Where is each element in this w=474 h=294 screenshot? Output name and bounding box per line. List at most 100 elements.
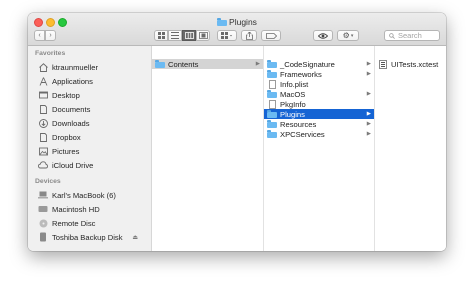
sidebar-item-label: Remote Disc	[52, 218, 96, 228]
browser-column-2: _CodeSignature ▶ Frameworks ▶ Info.plist…	[264, 46, 375, 251]
view-mode-control	[154, 30, 210, 41]
finder-window: Plugins ‹ › ⚙ ▾ Search Favorites ktraunm…	[28, 13, 446, 251]
arrange-icon	[221, 32, 232, 39]
share-button[interactable]	[241, 30, 257, 41]
pictures-icon	[38, 146, 48, 156]
document-icon	[267, 99, 277, 109]
sidebar-item-label: Karl's MacBook (6)	[52, 190, 116, 200]
sidebar-item-label: Applications	[52, 76, 93, 86]
plist-file-icon	[267, 79, 277, 89]
title-bar: Plugins ‹ › ⚙ ▾ Search	[28, 13, 446, 46]
browser-column-1: Contents ▶	[152, 46, 264, 251]
file-row-pkginfo[interactable]: PkgInfo	[264, 99, 374, 109]
laptop-icon	[38, 190, 48, 200]
sidebar-item-icloud-drive[interactable]: iCloud Drive	[38, 159, 93, 171]
search-icon	[389, 32, 395, 39]
chevron-left-icon: ‹	[38, 32, 41, 39]
column-view-button[interactable]	[182, 30, 196, 41]
sidebar-item-desktop[interactable]: Desktop	[38, 89, 80, 101]
list-view-icon	[171, 32, 179, 39]
sidebar-item-label: Toshiba Backup Disk	[52, 232, 123, 242]
sidebar-item-macintosh-hd[interactable]: Macintosh HD	[38, 203, 100, 215]
sidebar-item-toshiba-backup[interactable]: Toshiba Backup Disk ⏏	[38, 231, 146, 243]
forward-button[interactable]: ›	[45, 30, 56, 41]
sidebar-item-label: Dropbox	[52, 132, 81, 142]
sidebar-item-label: iCloud Drive	[52, 160, 94, 170]
file-name: XPCServices	[280, 129, 325, 139]
desktop-icon	[38, 90, 48, 100]
disclosure-arrow-icon: ▶	[366, 61, 371, 67]
eject-icon[interactable]: ⏏	[132, 234, 138, 241]
action-menu-button[interactable]: ⚙ ▾	[337, 30, 359, 41]
icon-view-icon	[157, 32, 165, 39]
quick-look-button[interactable]	[313, 30, 333, 41]
back-button[interactable]: ‹	[34, 30, 45, 41]
disclosure-arrow-icon: ▶	[366, 121, 371, 127]
hard-drive-icon	[38, 204, 48, 214]
chevron-down-icon: ▾	[350, 32, 354, 39]
folder-icon	[155, 60, 165, 69]
sidebar-item-home[interactable]: ktraunmueller	[38, 61, 98, 73]
file-name: Frameworks	[280, 69, 322, 79]
folder-icon	[267, 70, 277, 79]
documents-icon	[38, 104, 48, 114]
file-name: Plugins	[280, 109, 305, 119]
sidebar-item-label: Pictures	[52, 146, 80, 156]
share-icon	[245, 31, 253, 40]
external-drive-icon	[38, 232, 48, 242]
file-row-macos[interactable]: MacOS ▶	[264, 89, 374, 99]
file-name: Resources	[280, 119, 317, 129]
icloud-icon	[38, 160, 48, 170]
disclosure-arrow-icon: ▶	[255, 61, 260, 67]
gallery-view-icon	[198, 32, 208, 39]
disclosure-arrow-icon: ▶	[366, 71, 371, 77]
applications-icon	[38, 76, 48, 86]
sidebar-item-downloads[interactable]: Downloads	[38, 117, 90, 129]
sidebar: Favorites ktraunmueller Applications Des…	[28, 46, 152, 251]
sidebar-item-documents[interactable]: Documents	[38, 103, 90, 115]
file-row-uitests-xctest[interactable]: UITests.xctest	[375, 59, 446, 69]
folder-icon	[217, 18, 228, 28]
file-name: UITests.xctest	[391, 59, 439, 69]
sidebar-item-label: Desktop	[52, 90, 80, 100]
tag-icon	[265, 32, 277, 39]
folder-icon	[267, 120, 277, 129]
file-row-plugins[interactable]: Plugins ▶	[264, 109, 374, 119]
sidebar-item-pictures[interactable]: Pictures	[38, 145, 79, 157]
file-row-codesignature[interactable]: _CodeSignature ▶	[264, 59, 374, 69]
sidebar-item-applications[interactable]: Applications	[38, 75, 93, 87]
gallery-view-button[interactable]	[196, 30, 210, 41]
file-name: _CodeSignature	[280, 59, 335, 69]
file-name: PkgInfo	[280, 99, 306, 109]
column-view-icon	[184, 32, 194, 39]
arrange-button[interactable]	[217, 30, 237, 41]
search-placeholder: Search	[398, 31, 422, 40]
dropbox-icon	[38, 132, 48, 142]
sidebar-heading-devices: Devices	[35, 178, 61, 185]
folder-icon	[267, 60, 277, 69]
file-row-resources[interactable]: Resources ▶	[264, 119, 374, 129]
gear-icon: ⚙	[342, 31, 350, 40]
chevron-right-icon: ›	[49, 32, 52, 39]
file-row-frameworks[interactable]: Frameworks ▶	[264, 69, 374, 79]
sidebar-item-label: Downloads	[52, 118, 90, 128]
search-field[interactable]: Search	[384, 30, 440, 41]
sidebar-item-macbook[interactable]: Karl's MacBook (6)	[38, 189, 116, 201]
downloads-icon	[38, 118, 48, 128]
file-row-contents[interactable]: Contents ▶	[152, 59, 263, 69]
file-name: MacOS	[280, 89, 306, 99]
file-name: Info.plist	[280, 79, 309, 89]
sidebar-item-label: ktraunmueller	[52, 62, 99, 72]
file-row-xpcservices[interactable]: XPCServices ▶	[264, 129, 374, 139]
file-row-info-plist[interactable]: Info.plist	[264, 79, 374, 89]
icon-view-button[interactable]	[154, 30, 168, 41]
sidebar-item-label: Macintosh HD	[52, 204, 100, 214]
sidebar-item-remote-disc[interactable]: Remote Disc	[38, 217, 95, 229]
edit-tags-button[interactable]	[261, 30, 281, 41]
sidebar-item-dropbox[interactable]: Dropbox	[38, 131, 81, 143]
folder-icon	[267, 130, 277, 139]
window-title: Plugins	[28, 17, 446, 28]
file-name: Contents	[168, 59, 199, 69]
browser-column-3: UITests.xctest	[375, 46, 446, 251]
list-view-button[interactable]	[168, 30, 182, 41]
